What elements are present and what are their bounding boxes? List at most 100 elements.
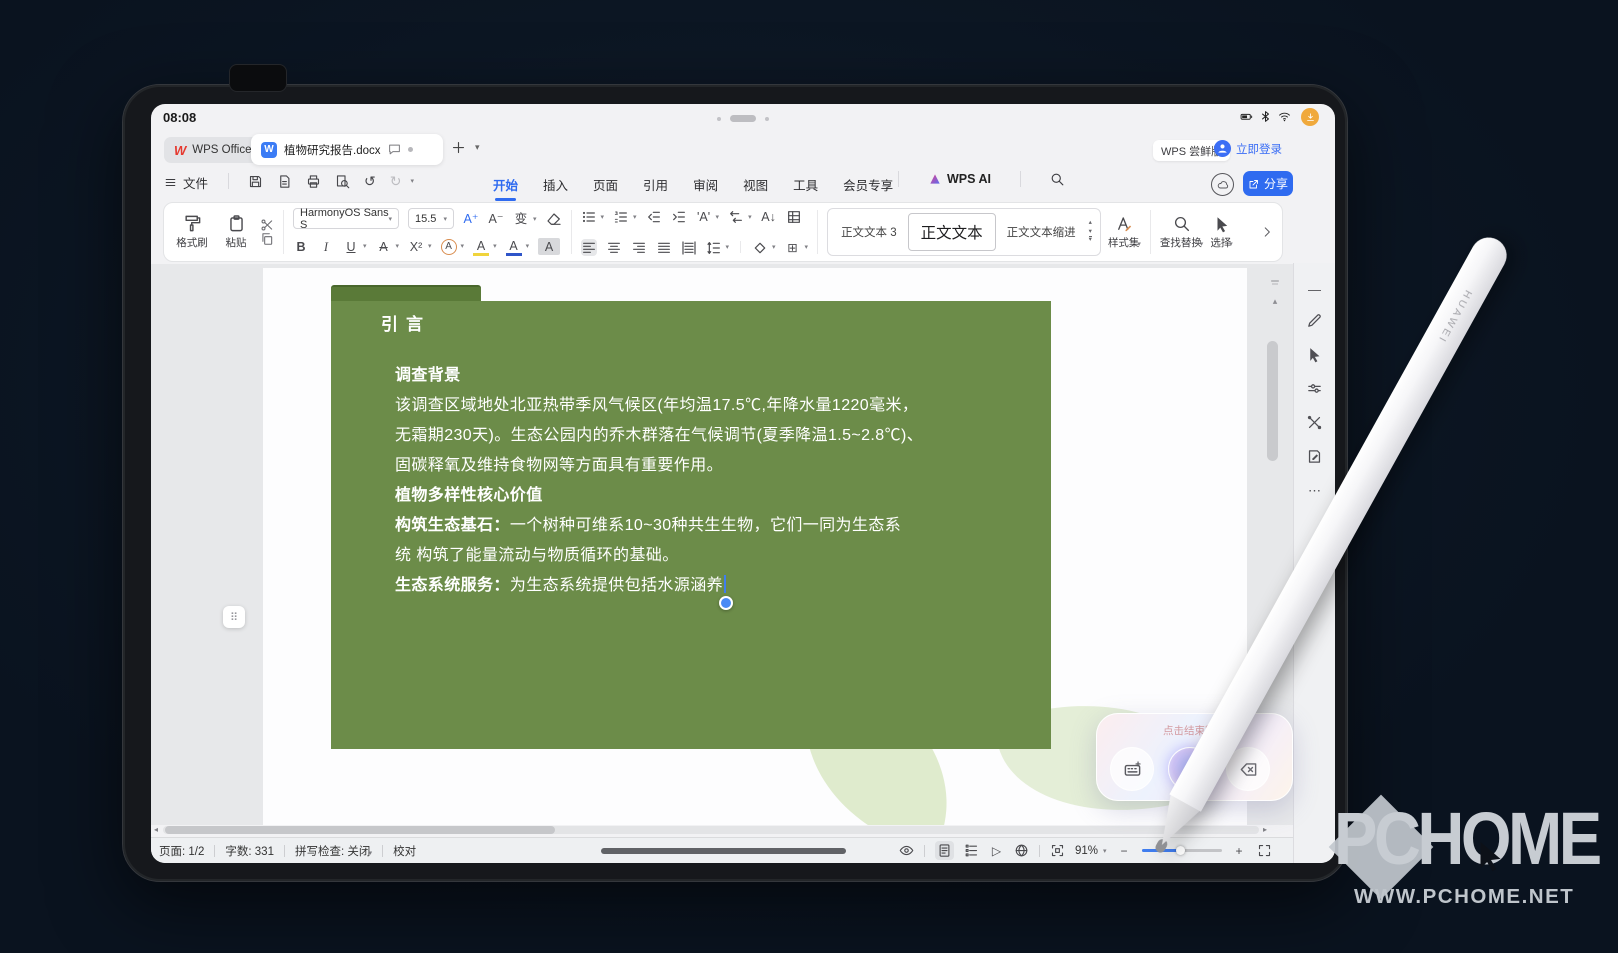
align-left-button[interactable] <box>581 239 597 256</box>
adjust-sliders-icon[interactable] <box>1306 380 1323 397</box>
wps-ai-button[interactable]: WPS AI <box>928 172 991 186</box>
style-item-body3[interactable]: 正文文本 3 <box>834 224 904 240</box>
collapse-toolbar-icon[interactable]: — <box>1306 281 1323 295</box>
tab-home[interactable]: 开始 <box>493 171 518 198</box>
tab-membership[interactable]: 会员专享 <box>843 171 893 198</box>
enclosed-char-button[interactable]: A <box>441 238 457 255</box>
italic-button[interactable]: I <box>318 238 334 255</box>
borders-button[interactable]: ⊞ <box>785 239 801 256</box>
save-icon[interactable] <box>248 174 263 189</box>
wps-home-button[interactable]: W WPS Office <box>164 137 262 163</box>
outline-view-icon[interactable] <box>964 843 979 858</box>
home-indicator[interactable] <box>601 848 846 854</box>
zoom-out-icon[interactable]: − <box>1117 843 1132 858</box>
sort-button[interactable]: A↓ <box>761 208 777 225</box>
style-item-body-indent[interactable]: 正文文本缩进 <box>1000 224 1083 240</box>
gallery-more-icon[interactable]: ▾ <box>1089 236 1092 244</box>
zoom-caret-icon[interactable]: ▾ <box>1103 847 1107 855</box>
search-icon[interactable] <box>1050 172 1065 187</box>
tab-page[interactable]: 页面 <box>593 171 618 198</box>
bold-button[interactable]: B <box>293 238 309 255</box>
font-family-select[interactable]: HarmonyOS Sans S ▾ <box>293 208 399 229</box>
find-replace-button[interactable]: 查找替换 ▾ <box>1160 215 1203 250</box>
phonetic-guide-button[interactable]: 'A' <box>696 208 712 225</box>
tools-icon[interactable] <box>1306 414 1323 431</box>
quick-caret-icon[interactable]: ▾ <box>410 177 414 185</box>
style-set-button[interactable]: 样式集 ▾ <box>1108 215 1141 250</box>
cut-icon[interactable] <box>260 218 274 232</box>
line-spacing-button[interactable] <box>706 239 722 256</box>
undo-icon[interactable]: ↺ <box>364 174 376 189</box>
hscroll-thumb[interactable] <box>165 826 555 834</box>
export-icon[interactable] <box>277 174 292 189</box>
ribbon-expand-icon[interactable] <box>1260 225 1274 239</box>
text-direction-button[interactable] <box>728 208 744 225</box>
decrease-font-button[interactable]: A⁻ <box>488 210 504 227</box>
tab-view[interactable]: 视图 <box>743 171 768 198</box>
play-view-icon[interactable]: ▷ <box>989 843 1004 858</box>
vertical-scrollbar[interactable] <box>1267 341 1278 461</box>
redo-icon[interactable]: ↻ <box>390 174 402 189</box>
fullscreen-icon[interactable] <box>1257 843 1272 858</box>
cloud-assistant-icon[interactable] <box>1211 173 1234 196</box>
style-item-body-selected[interactable]: 正文文本 <box>908 213 996 251</box>
lasso-cursor-icon[interactable] <box>1306 346 1323 363</box>
cursor-handle[interactable] <box>719 596 733 610</box>
spellcheck-toggle[interactable]: 拼写检查: 关闭 ▾ <box>295 843 372 859</box>
strikethrough-button[interactable]: A <box>376 238 392 255</box>
char-shading-button[interactable]: A <box>538 238 560 255</box>
keyboard-switch-button[interactable] <box>1110 747 1154 791</box>
font-size-select[interactable]: 15.5 ▾ <box>408 208 454 229</box>
more-icon[interactable]: ⋯ <box>1306 482 1323 496</box>
page-count[interactable]: 页面: 1/2 <box>159 843 204 859</box>
numbering-button[interactable] <box>613 208 629 225</box>
paste-button[interactable]: 粘贴 <box>216 214 256 250</box>
sign-doc-icon[interactable] <box>1306 448 1323 465</box>
increase-indent-button[interactable] <box>671 208 687 225</box>
zoom-in-icon[interactable]: + <box>1232 843 1247 858</box>
new-tab-button[interactable] <box>451 140 466 155</box>
bullets-button[interactable] <box>581 208 597 225</box>
web-view-icon[interactable] <box>1014 843 1029 858</box>
print-preview-icon[interactable] <box>335 174 350 189</box>
text-effect-button[interactable]: 变 <box>513 210 529 227</box>
fit-page-icon[interactable] <box>1050 843 1065 858</box>
tab-tools[interactable]: 工具 <box>793 171 818 198</box>
comment-icon[interactable] <box>388 143 401 156</box>
decrease-indent-button[interactable] <box>646 208 662 225</box>
print-icon[interactable] <box>306 174 321 189</box>
drag-handle[interactable]: ⠿ <box>223 606 245 628</box>
align-right-button[interactable] <box>631 239 647 256</box>
scroll-top-icon[interactable]: ▴ <box>1269 296 1281 308</box>
proofread-button[interactable]: 校对 <box>393 843 416 859</box>
file-menu-button[interactable]: 文件 <box>164 173 208 192</box>
multiwindow-handle[interactable] <box>717 115 769 122</box>
font-color-button[interactable]: A <box>506 236 522 256</box>
highlight-button[interactable]: A <box>473 236 489 256</box>
update-badge-icon[interactable] <box>1301 108 1319 126</box>
document-tab[interactable]: W 植物研究报告.docx <box>251 134 443 165</box>
gallery-down-icon[interactable]: ▾ <box>1089 229 1092 236</box>
tab-reference[interactable]: 引用 <box>643 171 668 198</box>
ime-collapse-icon[interactable] <box>1269 276 1281 288</box>
horizontal-scrollbar[interactable]: ◂ ▸ <box>151 824 1293 837</box>
pen-edit-icon[interactable] <box>1306 312 1323 329</box>
read-mode-icon[interactable] <box>899 843 914 858</box>
tab-list-caret[interactable]: ▾ <box>475 142 480 153</box>
distribute-button[interactable] <box>681 239 697 256</box>
text-cursor[interactable] <box>724 575 726 593</box>
select-button[interactable]: 选择 ▾ <box>1210 215 1232 250</box>
format-painter-button[interactable]: 格式刷 <box>172 214 212 250</box>
scroll-right-icon[interactable]: ▸ <box>1263 825 1267 834</box>
tab-review[interactable]: 审阅 <box>693 171 718 198</box>
page-view-icon[interactable] <box>935 841 954 860</box>
word-count[interactable]: 字数: 331 <box>225 843 274 859</box>
gallery-up-icon[interactable]: ▴ <box>1089 220 1092 227</box>
copy-icon[interactable] <box>260 232 274 246</box>
tab-insert[interactable]: 插入 <box>543 171 568 198</box>
scroll-left-icon[interactable]: ◂ <box>154 825 158 834</box>
share-button[interactable]: 分享 <box>1243 171 1293 196</box>
grid-setting-button[interactable] <box>786 208 802 225</box>
increase-font-button[interactable]: A⁺ <box>463 210 479 227</box>
align-center-button[interactable] <box>606 239 622 256</box>
